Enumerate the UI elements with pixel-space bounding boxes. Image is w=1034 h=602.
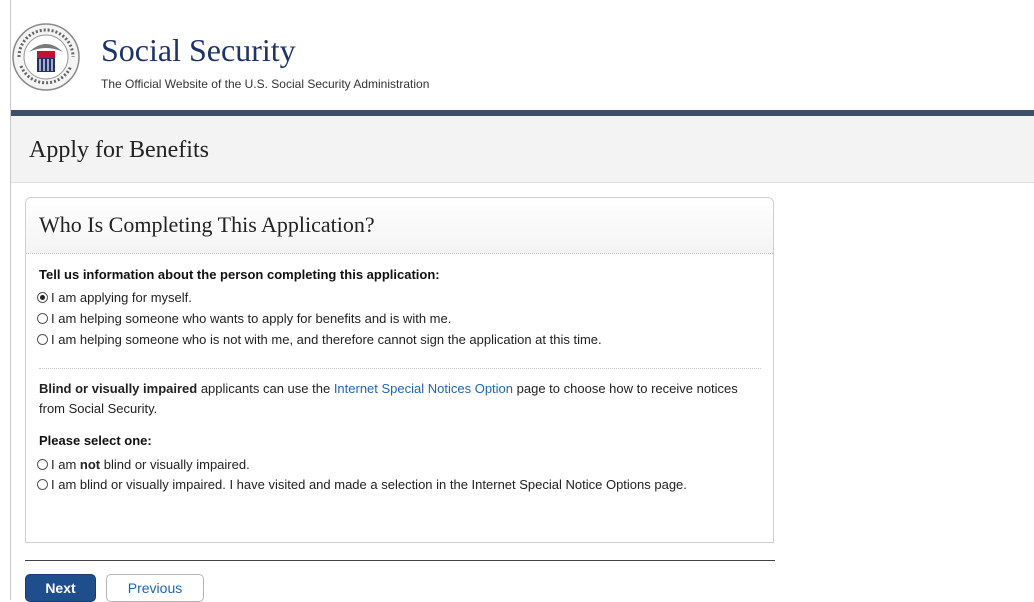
next-button[interactable]: Next xyxy=(25,574,96,602)
option-label: I am applying for myself. xyxy=(51,290,192,305)
select-one-label: Please select one: xyxy=(39,433,152,448)
blind-text: applicants can use the xyxy=(197,381,334,396)
option-label: I am helping someone who wants to apply … xyxy=(51,311,452,326)
option-label: I am helping someone who is not with me,… xyxy=(51,332,602,347)
question-label: Tell us information about the person com… xyxy=(39,267,440,282)
option-label: I am xyxy=(51,457,80,472)
site-subtitle: The Official Website of the U.S. Social … xyxy=(101,77,430,91)
option-not-blind[interactable]: I am not blind or visually impaired. xyxy=(37,455,727,475)
radio-button[interactable] xyxy=(37,459,48,470)
radio-button[interactable] xyxy=(37,334,48,345)
option-label: blind or visually impaired. xyxy=(100,457,250,472)
card-header: Who Is Completing This Application? xyxy=(26,198,773,254)
option-blind-visited-notices[interactable]: I am blind or visually impaired. I have … xyxy=(37,475,727,495)
option-applying-for-myself[interactable]: I am applying for myself. xyxy=(37,290,192,305)
previous-button[interactable]: Previous xyxy=(106,574,204,602)
option-label-bold: not xyxy=(79,457,101,472)
radio-button-selected[interactable] xyxy=(37,292,48,303)
option-helping-someone-with-me[interactable]: I am helping someone who wants to apply … xyxy=(37,311,451,326)
application-card: Who Is Completing This Application? Tell… xyxy=(25,197,774,543)
site-title[interactable]: Social Security xyxy=(101,33,296,67)
section-divider xyxy=(39,368,761,369)
footer-rule xyxy=(25,560,775,561)
option-helping-someone-not-with-me[interactable]: I am helping someone who is not with me,… xyxy=(37,332,602,347)
blind-bold-text: Blind or visually impaired xyxy=(39,381,198,396)
radio-button[interactable] xyxy=(37,313,48,324)
ssa-seal-icon xyxy=(12,23,80,91)
blind-info-paragraph: Blind or visually impaired applicants ca… xyxy=(39,379,759,419)
internet-special-notices-link[interactable]: Internet Special Notices Option xyxy=(334,381,513,396)
page-title: Apply for Benefits xyxy=(29,137,209,163)
card-title: Who Is Completing This Application? xyxy=(39,212,375,237)
radio-button[interactable] xyxy=(37,479,48,490)
left-frame-border xyxy=(0,0,11,600)
option-label: I am blind or visually impaired. I have … xyxy=(51,477,687,492)
